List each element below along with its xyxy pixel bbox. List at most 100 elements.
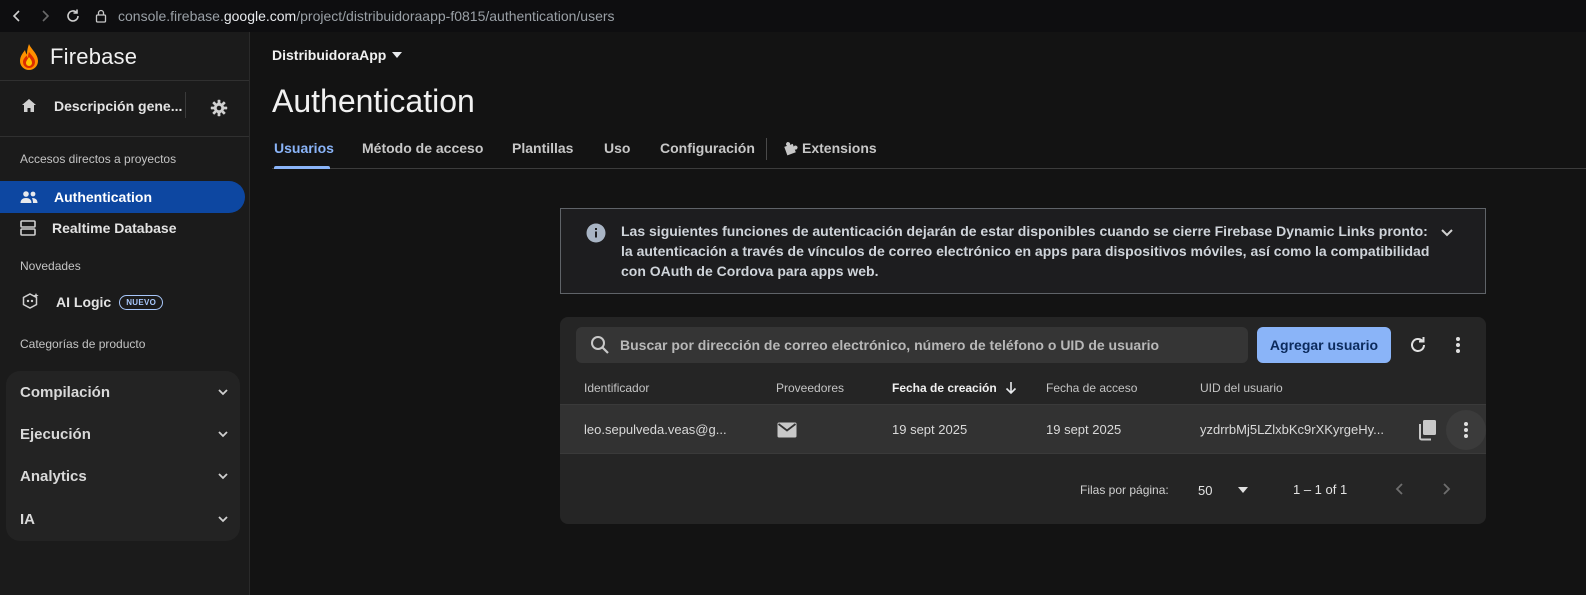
table-row[interactable]: leo.sepulveda.veas@g... 19 sept 2025 19 …	[560, 404, 1486, 454]
chevron-left-icon	[1395, 483, 1403, 495]
database-icon	[20, 220, 36, 236]
tab-extensions-label: Extensions	[802, 140, 877, 156]
column-header-uid: UID del usuario	[1200, 381, 1283, 395]
url-path: /project/distribuidoraapp-f0815/authenti…	[296, 8, 615, 24]
row-more-button[interactable]	[1446, 410, 1486, 450]
category-analytics[interactable]: Analytics	[6, 455, 240, 497]
ai-logic-icon	[22, 293, 39, 309]
info-icon	[586, 223, 606, 243]
tab-plantillas[interactable]: Plantillas	[512, 140, 573, 156]
category-label: Compilación	[20, 383, 111, 401]
banner-text: Las siguientes funciones de autenticació…	[621, 223, 1430, 279]
news-section-label: Novedades	[20, 259, 81, 273]
sidebar-item-label: Authentication	[54, 189, 152, 205]
page-title: Authentication	[272, 83, 475, 119]
column-header-label: Fecha de creación	[892, 381, 997, 395]
refresh-button[interactable]	[1404, 331, 1432, 359]
user-uid: yzdrrbMj5LZlxbKc9rXKyrgeHy...	[1200, 422, 1384, 437]
deprecation-banner: Las siguientes funciones de autenticació…	[560, 208, 1486, 294]
active-tab-indicator	[274, 166, 330, 169]
user-identifier: leo.sepulveda.veas@g...	[584, 422, 727, 437]
brand-name: Firebase	[50, 44, 138, 69]
overview-separator	[185, 92, 186, 118]
rows-per-page-label: Filas por página:	[1080, 483, 1169, 497]
more-options-button[interactable]	[1444, 331, 1472, 359]
tab-extensions[interactable]: Extensions	[782, 140, 877, 156]
column-header-providers: Proveedores	[776, 381, 845, 395]
arrow-down-icon	[1005, 382, 1016, 395]
sidebar: Firebase Descripción gene... Accesos dir…	[0, 32, 250, 595]
address-bar[interactable]: console.firebase.google.com/project/dist…	[94, 8, 615, 24]
next-page-button[interactable]	[1432, 475, 1460, 503]
chevron-right-icon	[1443, 483, 1451, 495]
category-ia[interactable]: IA	[6, 498, 240, 540]
category-ejecucion[interactable]: Ejecución	[6, 413, 240, 455]
sidebar-item-label: Realtime Database	[52, 220, 177, 236]
project-name: DistribuidoraApp	[272, 47, 387, 63]
more-vert-icon	[1464, 422, 1468, 438]
column-header-signed-in: Fecha de acceso	[1046, 381, 1138, 395]
lock-icon	[95, 9, 107, 23]
firebase-logo-link[interactable]: Firebase	[18, 42, 137, 72]
column-header-created[interactable]: Fecha de creación	[892, 381, 1017, 395]
created-date: 19 sept 2025	[892, 422, 968, 437]
chevron-left-icon	[12, 10, 20, 22]
shortcuts-section-label: Accesos directos a proyectos	[20, 152, 177, 166]
chevron-down-icon	[1441, 229, 1453, 237]
categories-section-label: Categorías de producto	[20, 337, 146, 351]
signed-in-date: 19 sept 2025	[1046, 422, 1122, 437]
reload-icon	[67, 9, 79, 22]
sidebar-divider	[0, 80, 249, 81]
rows-per-page-value: 50	[1198, 482, 1213, 498]
url-text: console.firebase.google.com/project/dist…	[118, 8, 615, 24]
new-badge: NUEVO	[119, 294, 164, 310]
more-vert-icon	[1456, 337, 1460, 353]
category-compilacion[interactable]: Compilación	[6, 371, 240, 413]
browser-toolbar: console.firebase.google.com/project/dist…	[0, 0, 1586, 32]
caret-down-icon	[1238, 487, 1248, 493]
forward-button[interactable]	[34, 5, 56, 27]
chevron-down-icon	[218, 431, 228, 438]
chevron-down-icon	[218, 389, 228, 396]
tab-uso[interactable]: Uso	[604, 140, 630, 156]
product-categories: Compilación Ejecución Analytics IA	[6, 371, 240, 541]
sidebar-item-ai-logic[interactable]: AI Logic NUEVO	[0, 286, 245, 318]
firebase-logo-icon	[20, 44, 38, 70]
tab-usuarios[interactable]: Usuarios	[274, 140, 334, 156]
chevron-right-icon	[42, 10, 50, 22]
expand-banner-button[interactable]	[1439, 224, 1455, 240]
copy-icon	[1419, 420, 1436, 441]
back-button[interactable]	[6, 5, 28, 27]
reload-button[interactable]	[62, 5, 84, 27]
url-prefix: console.firebase.	[118, 8, 224, 24]
chevron-down-icon	[218, 473, 228, 480]
project-settings-button[interactable]	[210, 99, 228, 117]
tab-configuracion[interactable]: Configuración	[660, 140, 755, 156]
refresh-icon	[1411, 337, 1425, 352]
tab-metodo-de-acceso[interactable]: Método de acceso	[362, 140, 483, 156]
column-header-identifier: Identificador	[584, 381, 650, 395]
sidebar-item-authentication[interactable]: Authentication	[0, 181, 245, 213]
previous-page-button[interactable]	[1386, 475, 1414, 503]
category-label: IA	[20, 510, 35, 528]
home-icon	[22, 99, 36, 112]
overview-label: Descripción gene...	[54, 98, 183, 114]
caret-down-icon	[392, 52, 403, 58]
pagination-range: 1 – 1 of 1	[1293, 482, 1348, 497]
users-card: Agregar usuario Identificador Proveedore…	[560, 317, 1486, 524]
sidebar-divider	[0, 136, 249, 137]
search-input[interactable]	[620, 337, 1240, 353]
tab-bar: Usuarios Método de acceso Plantillas Uso…	[272, 136, 1586, 169]
search-icon	[591, 336, 609, 354]
tab-separator	[766, 138, 767, 160]
rows-per-page-select[interactable]: 50	[1198, 479, 1248, 501]
category-label: Ejecución	[20, 425, 91, 443]
project-selector[interactable]: DistribuidoraApp	[272, 47, 403, 63]
email-icon	[777, 422, 797, 438]
sidebar-item-realtime-database[interactable]: Realtime Database	[0, 212, 245, 244]
copy-uid-button[interactable]	[1414, 416, 1442, 444]
add-user-button[interactable]: Agregar usuario	[1257, 327, 1391, 363]
url-host: google.com	[223, 8, 297, 24]
puzzle-icon	[784, 142, 798, 156]
chevron-down-icon	[218, 516, 228, 523]
